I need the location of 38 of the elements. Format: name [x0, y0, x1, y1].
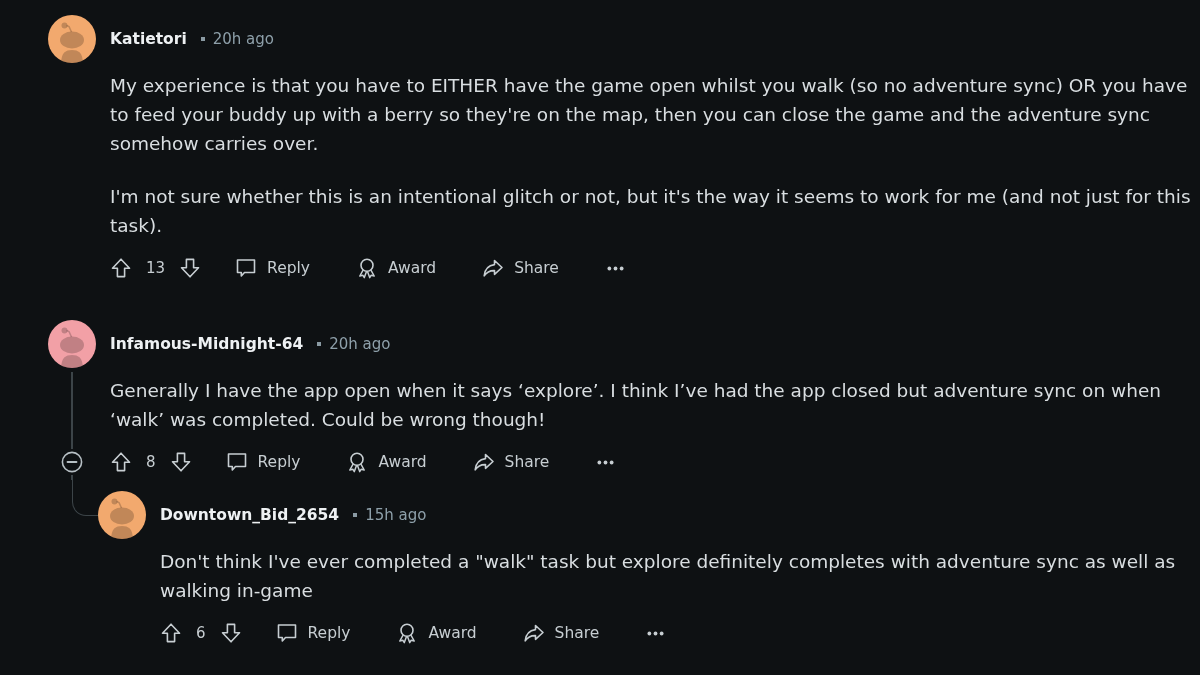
- username[interactable]: Infamous-Midnight-64: [110, 335, 304, 353]
- arrow-up-icon[interactable]: [110, 257, 132, 279]
- minus-circle-icon[interactable]: [61, 451, 83, 473]
- speech-bubble-icon: [235, 257, 258, 279]
- ellipsis-icon[interactable]: [606, 265, 624, 271]
- share-button[interactable]: Share: [460, 446, 562, 478]
- award-button[interactable]: Award: [384, 617, 489, 649]
- speech-bubble-icon: [225, 451, 248, 473]
- vote-count: 6: [196, 624, 206, 642]
- vote-count: 8: [146, 453, 156, 471]
- share-button[interactable]: Share: [470, 252, 571, 284]
- award-button[interactable]: Award: [334, 446, 439, 478]
- share-icon: [472, 451, 495, 473]
- reply-button[interactable]: Reply: [263, 617, 363, 649]
- share-icon: [522, 622, 545, 644]
- speech-bubble-icon: [275, 622, 298, 644]
- comment-text: Generally I have the app open when it says ‘explore’. I think I’ve had the app closed but adventure sync on when ‘walk’ was completed. Could be wrong though!: [110, 379, 1162, 432]
- reply-button[interactable]: Reply: [213, 446, 313, 478]
- award-button[interactable]: Award: [344, 252, 449, 284]
- arrow-up-icon[interactable]: [160, 622, 182, 644]
- share-icon: [482, 257, 505, 279]
- timestamp: 20h ago: [212, 30, 274, 48]
- ellipsis-icon[interactable]: [647, 630, 665, 636]
- comment-text: My experience is that you have to EITHER have the game open whilst you walk (so no adventure sync) OR you have to feed your buddy up with a berry so they're on the map, then you can close the game and the adventure sync somehow carries over.: [110, 74, 1189, 156]
- arrow-down-icon[interactable]: [179, 257, 202, 279]
- arrow-up-icon[interactable]: [110, 451, 132, 473]
- share-button[interactable]: Share: [510, 617, 612, 649]
- timestamp: 20h ago: [329, 335, 391, 353]
- comment-text: Don't think I've ever completed a "walk" task but explore definitely completes with adventure sync as well as walking in-game: [160, 550, 1177, 603]
- ellipsis-icon[interactable]: [597, 459, 615, 465]
- arrow-down-icon[interactable]: [169, 451, 192, 473]
- comment-text: I'm not sure whether this is an intentional glitch or not, but it's the way it seems to work for me (and not just for this task).: [110, 185, 1192, 238]
- username[interactable]: Downtown_Bid_2654: [160, 506, 340, 524]
- arrow-down-icon[interactable]: [219, 622, 242, 644]
- vote-count: 13: [146, 259, 166, 277]
- username[interactable]: Katietori: [110, 30, 187, 48]
- reply-button[interactable]: Reply: [223, 252, 323, 284]
- timestamp: 15h ago: [365, 506, 427, 524]
